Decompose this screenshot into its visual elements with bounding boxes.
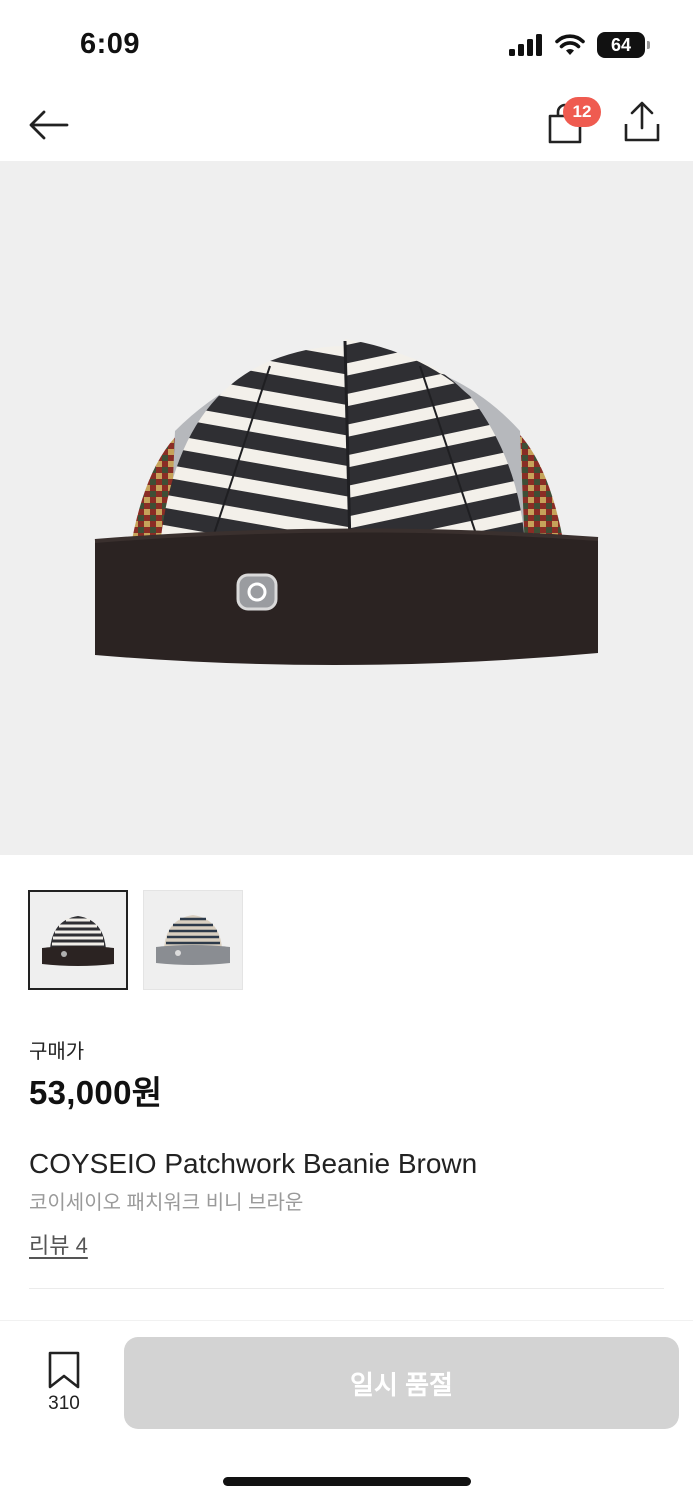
- thumbnail-image: [30, 892, 126, 988]
- bookmark-icon: [48, 1351, 80, 1389]
- signal-icon: [509, 34, 542, 56]
- bookmark-count: 310: [48, 1393, 80, 1414]
- cart-count-badge: 12: [563, 97, 601, 127]
- back-button[interactable]: [26, 102, 72, 148]
- thumbnail-brown[interactable]: [28, 890, 128, 990]
- thumbnail-grey[interactable]: [143, 890, 243, 990]
- beanie-image: [94, 339, 599, 666]
- wifi-icon: [555, 34, 585, 55]
- sold-out-button[interactable]: 일시 품절: [124, 1337, 679, 1429]
- status-time: 6:09: [80, 28, 141, 60]
- share-icon: [624, 101, 660, 142]
- reviews-link[interactable]: 리뷰 4: [29, 1228, 88, 1260]
- thumbnail-image: [144, 891, 242, 989]
- status-icons: 64: [509, 32, 650, 58]
- thumbnail-strip: [28, 890, 243, 990]
- back-arrow-icon: [29, 110, 69, 140]
- product-name: COYSEIO Patchwork Beanie Brown: [29, 1148, 478, 1179]
- share-button[interactable]: [622, 100, 666, 146]
- divider: [29, 1288, 664, 1289]
- product-image[interactable]: [0, 161, 693, 855]
- status-bar: 6:09 64: [0, 0, 693, 90]
- home-indicator: [223, 1477, 471, 1486]
- battery-level: 64: [610, 35, 632, 55]
- product-name-korean: 코이세이오 패치워크 비니 브라운: [29, 1192, 304, 1214]
- bookmark-button[interactable]: 310: [36, 1351, 92, 1421]
- battery-icon: 64: [597, 32, 650, 58]
- product-price: 53,000원: [29, 1074, 163, 1111]
- bottom-action-bar: 310 일시 품절: [0, 1320, 693, 1500]
- price-label: 구매가: [29, 1041, 85, 1063]
